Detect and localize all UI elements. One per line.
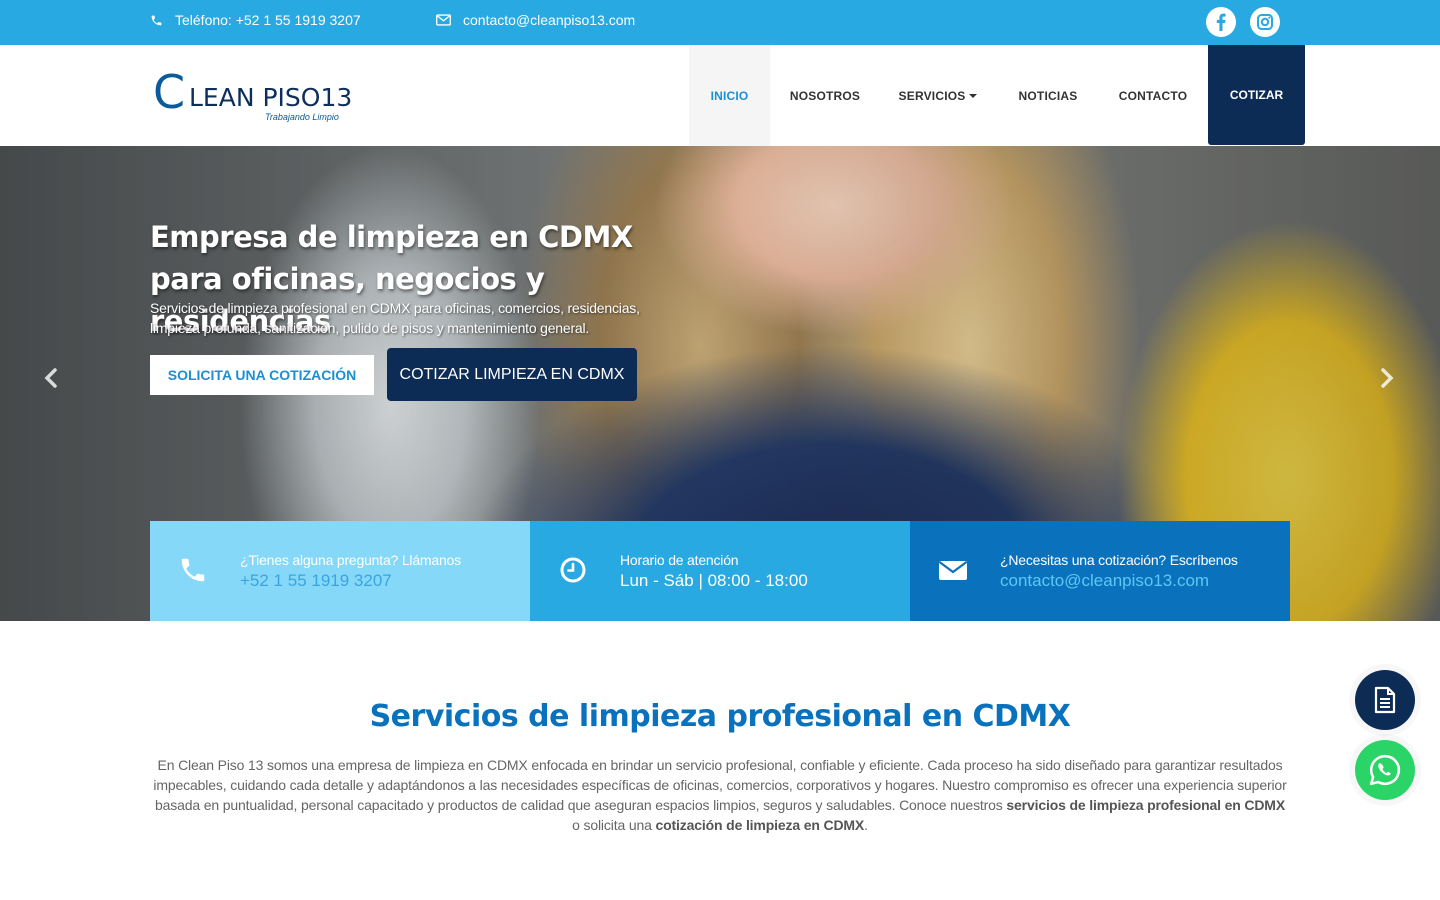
info-email-label: ¿Necesitas una cotización? Escríbenos xyxy=(1000,552,1238,568)
phone-icon xyxy=(181,558,205,582)
services-link-bold: servicios de limpieza profesional en CDM… xyxy=(1006,797,1286,813)
info-call-value[interactable]: +52 1 55 1919 3207 xyxy=(240,571,392,591)
quote-cleaning-button[interactable]: COTIZAR LIMPIEZA EN CDMX xyxy=(387,348,637,401)
info-box-hours: Horario de atención Lun - Sáb | 08:00 - … xyxy=(530,521,910,621)
nav-servicios-label: SERVICIOS xyxy=(898,88,966,103)
info-hours-value: Lun - Sáb | 08:00 - 18:00 xyxy=(620,571,808,590)
carousel-prev-icon[interactable] xyxy=(44,364,58,395)
topbar-phone[interactable]: Teléfono: +52 1 55 1919 3207 xyxy=(150,0,361,40)
topbar-email[interactable]: contacto@cleanpiso13.com xyxy=(436,0,635,40)
nav-contacto[interactable]: CONTACTO xyxy=(1110,45,1196,146)
envelope-icon xyxy=(436,14,451,26)
info-hours-label: Horario de atención xyxy=(620,552,739,568)
logo-tagline: Trabajando Limpio xyxy=(265,112,339,122)
facebook-link[interactable] xyxy=(1206,7,1236,37)
topbar-email-text: contacto@cleanpiso13.com xyxy=(463,12,636,28)
quote-link-bold: cotización de limpieza en CDMX xyxy=(655,817,865,833)
info-box-call[interactable]: ¿Tienes alguna pregunta? Llámanos +52 1 … xyxy=(150,521,530,621)
services-text-3: . xyxy=(864,817,868,833)
main-navbar: C LEAN PISO13 Trabajando Limpio INICIO N… xyxy=(0,45,1440,146)
info-email-value[interactable]: contacto@cleanpiso13.com xyxy=(1000,571,1209,591)
facebook-icon xyxy=(1216,13,1226,31)
clock-icon xyxy=(560,557,586,583)
nav-inicio[interactable]: INICIO xyxy=(689,45,770,146)
carousel-next-icon[interactable] xyxy=(1380,364,1394,395)
document-icon xyxy=(1374,686,1396,714)
topbar-phone-text: Teléfono: +52 1 55 1919 3207 xyxy=(175,12,361,28)
services-heading: Servicios de limpieza profesional en CDM… xyxy=(369,699,1071,734)
phone-icon xyxy=(151,15,162,25)
request-quote-button[interactable]: SOLICITA UNA COTIZACIÓN xyxy=(150,355,374,395)
info-box-email[interactable]: ¿Necesitas una cotización? Escríbenos co… xyxy=(910,521,1290,621)
envelope-icon xyxy=(938,561,968,580)
info-call-label: ¿Tienes alguna pregunta? Llámanos xyxy=(240,552,461,568)
nav-cotizar-button[interactable]: COTIZAR xyxy=(1208,45,1305,145)
nav-servicios[interactable]: SERVICIOS xyxy=(890,45,986,146)
nav-noticias[interactable]: NOTICIAS xyxy=(1010,45,1086,146)
floating-whatsapp-button[interactable] xyxy=(1355,740,1415,800)
instagram-link[interactable] xyxy=(1250,7,1280,37)
top-contact-bar: Teléfono: +52 1 55 1919 3207 contacto@cl… xyxy=(0,0,1440,45)
services-description: En Clean Piso 13 somos una empresa de li… xyxy=(150,755,1290,835)
hero-subtitle: Servicios de limpieza profesional en CDM… xyxy=(150,300,640,336)
services-text-2: o solicita una xyxy=(572,817,656,833)
nav-nosotros[interactable]: NOSOTROS xyxy=(780,45,870,146)
floating-quote-button[interactable] xyxy=(1355,670,1415,730)
instagram-icon xyxy=(1257,14,1273,30)
brand-logo[interactable]: C LEAN PISO13 Trabajando Limpio xyxy=(153,69,353,125)
logo-c-mark: C xyxy=(153,65,186,119)
caret-down-icon xyxy=(969,93,978,98)
whatsapp-icon xyxy=(1369,754,1401,786)
logo-wordmark: LEAN PISO13 xyxy=(189,83,353,112)
